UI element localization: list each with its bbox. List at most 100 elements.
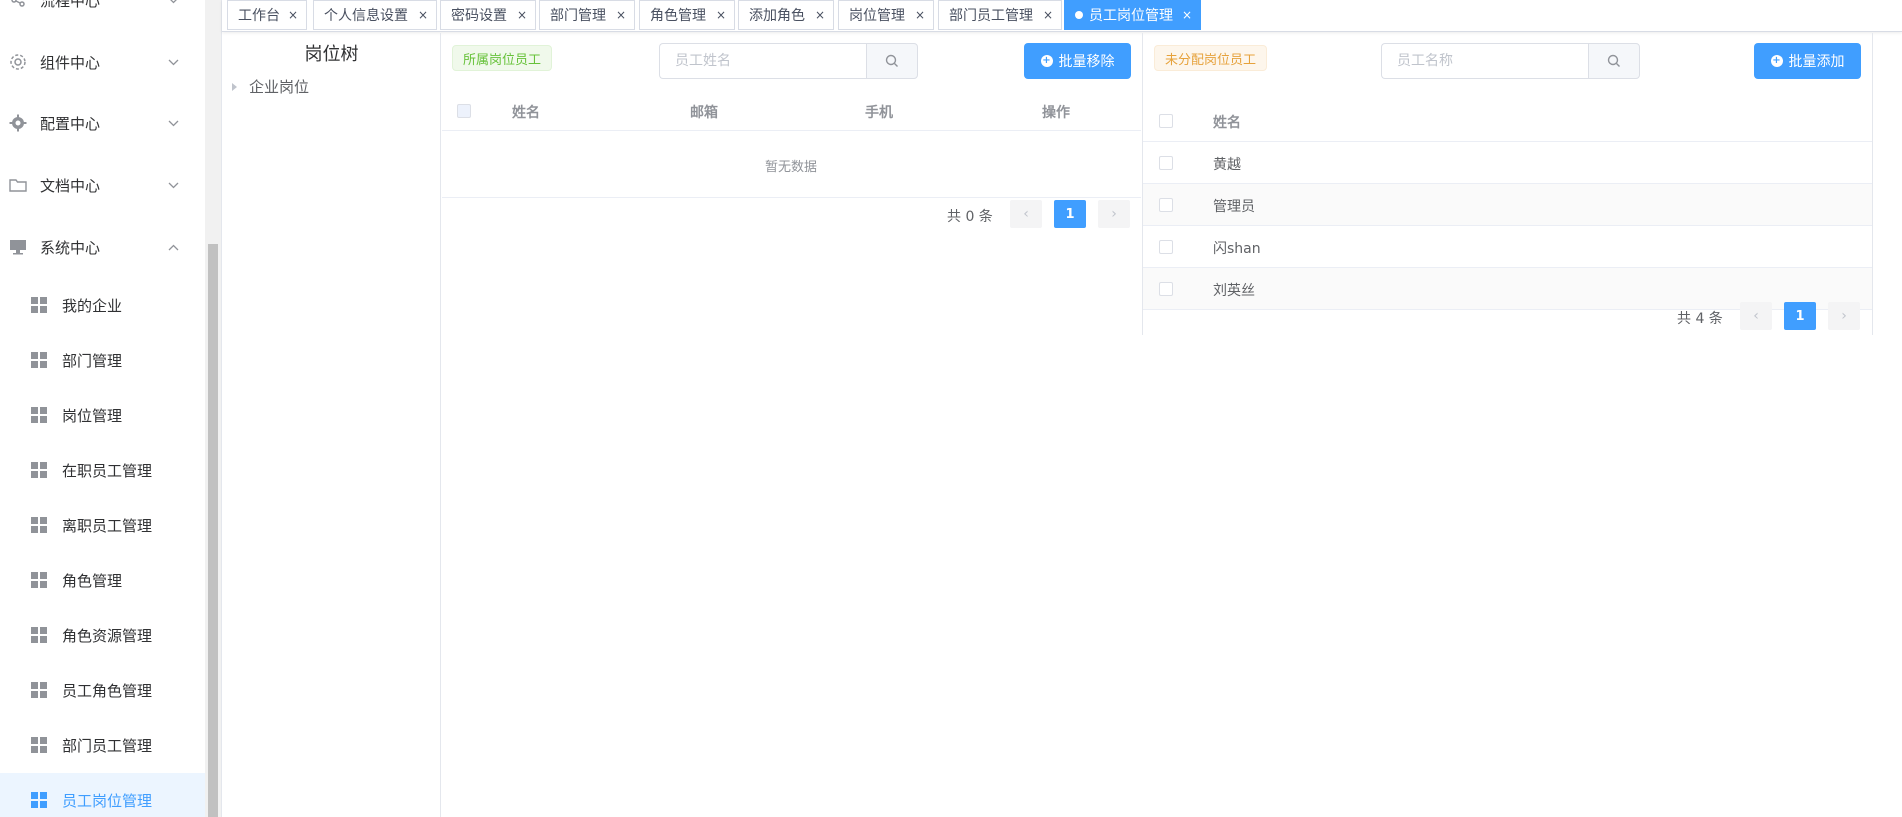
tab-label: 角色管理	[650, 8, 706, 24]
table-row[interactable]: 闪shan	[1143, 226, 1872, 268]
row-checkbox[interactable]	[1159, 282, 1173, 296]
tab-department-employee-management[interactable]: 部门员工管理 ×	[938, 0, 1062, 30]
sidebar-item-roles[interactable]: 角色管理	[0, 553, 205, 607]
employee-name: 管理员	[1213, 199, 1255, 215]
sidebar-item-active-employees[interactable]: 在职员工管理	[0, 443, 205, 497]
sidebar-item-department[interactable]: 部门管理	[0, 333, 205, 387]
tab-label: 密码设置	[451, 8, 507, 24]
grid-icon	[31, 737, 47, 753]
tab-employee-position-management[interactable]: 员工岗位管理 ×	[1064, 0, 1201, 30]
sidebar-group-component[interactable]: 组件中心	[0, 38, 205, 86]
row-checkbox[interactable]	[1159, 198, 1173, 212]
assigned-search	[659, 43, 918, 79]
grid-icon	[31, 572, 47, 588]
cog-icon	[8, 113, 28, 133]
employee-name: 闪shan	[1213, 241, 1261, 257]
page-number-button[interactable]: 1	[1054, 200, 1086, 228]
tab-label: 员工岗位管理	[1089, 8, 1173, 24]
sidebar-item-role-resources[interactable]: 角色资源管理	[0, 608, 205, 662]
tab-role-management[interactable]: 角色管理 ×	[639, 0, 735, 30]
grid-icon	[31, 627, 47, 643]
column-header-name: 姓名	[512, 105, 540, 121]
search-button[interactable]	[866, 43, 918, 79]
tab-label: 岗位管理	[849, 8, 905, 24]
tab-department-management[interactable]: 部门管理 ×	[539, 0, 635, 30]
sidebar-group-config[interactable]: 配置中心	[0, 99, 205, 147]
row-checkbox[interactable]	[1159, 240, 1173, 254]
close-icon[interactable]: ×	[815, 8, 825, 22]
sidebar-item-employee-positions[interactable]: 员工岗位管理	[0, 773, 205, 817]
column-header-action: 操作	[1042, 105, 1070, 121]
close-icon[interactable]: ×	[517, 8, 527, 22]
tab-add-role[interactable]: 添加角色 ×	[738, 0, 834, 30]
page-number-button[interactable]: 1	[1784, 302, 1816, 330]
sidebar-item-employee-roles[interactable]: 员工角色管理	[0, 663, 205, 717]
close-icon[interactable]: ×	[915, 8, 925, 22]
close-icon[interactable]: ×	[288, 8, 298, 22]
tab-label: 工作台	[238, 8, 280, 24]
table-header-row: 姓名	[1143, 100, 1872, 142]
tab-password-settings[interactable]: 密码设置 ×	[440, 0, 536, 30]
sidebar-item-my-company[interactable]: 我的企业	[0, 278, 205, 332]
select-all-checkbox[interactable]	[457, 104, 471, 118]
next-page-button[interactable]: ›	[1828, 302, 1860, 330]
chevron-down-icon	[168, 179, 179, 192]
tab-label: 个人信息设置	[324, 8, 408, 24]
close-icon[interactable]: ×	[418, 8, 428, 22]
grid-icon	[31, 517, 47, 533]
close-icon[interactable]: ×	[716, 8, 726, 22]
header-divider	[442, 130, 1141, 131]
app-root: 流程中心 组件中心 配置中心 文档中心 系统中心 我的企业 部门管理 岗位管理 …	[0, 0, 1902, 817]
tab-position-management[interactable]: 岗位管理 ×	[838, 0, 934, 30]
pagination-total: 共 4 条	[1677, 311, 1723, 327]
grid-icon	[31, 792, 47, 808]
sidebar-scrollbar-thumb[interactable]	[208, 244, 218, 817]
column-header-name: 姓名	[1213, 115, 1241, 131]
sidebar-item-label: 员工岗位管理	[62, 791, 153, 810]
table-row[interactable]: 管理员	[1143, 184, 1872, 226]
caret-right-icon[interactable]	[232, 82, 237, 91]
sidebar-item-label: 岗位管理	[62, 406, 123, 425]
chevron-down-icon	[168, 56, 179, 69]
search-icon	[885, 54, 898, 67]
chevron-down-icon	[168, 117, 179, 130]
folder-icon	[8, 175, 28, 195]
row-checkbox[interactable]	[1159, 156, 1173, 170]
grid-icon	[31, 682, 47, 698]
employee-name: 刘英丝	[1213, 283, 1255, 299]
empty-state-text: 暂无数据	[765, 160, 818, 175]
gear-outline-icon	[8, 52, 28, 72]
table-row[interactable]: 黄越	[1143, 142, 1872, 184]
tab-workbench[interactable]: 工作台 ×	[227, 0, 307, 30]
sidebar-group-docs[interactable]: 文档中心	[0, 161, 205, 209]
assigned-tag: 所属岗位员工	[452, 45, 553, 71]
sidebar-item-former-employees[interactable]: 离职员工管理	[0, 498, 205, 552]
sidebar-group-label: 配置中心	[40, 114, 101, 133]
sidebar-item-label: 在职员工管理	[62, 461, 153, 480]
prev-page-button[interactable]: ‹	[1740, 302, 1772, 330]
select-all-checkbox[interactable]	[1159, 114, 1173, 128]
sidebar-item-label: 部门员工管理	[62, 736, 153, 755]
close-icon[interactable]: ×	[1043, 8, 1053, 22]
assigned-search-input[interactable]	[659, 43, 866, 79]
chevron-up-icon	[168, 241, 179, 254]
tab-label: 部门员工管理	[949, 8, 1033, 24]
sidebar-group-label: 组件中心	[40, 53, 101, 72]
tree-node-root[interactable]: 企业岗位	[232, 76, 309, 97]
prev-page-button[interactable]: ‹	[1010, 200, 1042, 228]
column-header-email: 邮箱	[690, 105, 718, 121]
sidebar-group-process[interactable]: 流程中心	[0, 0, 205, 24]
sidebar-item-position[interactable]: 岗位管理	[0, 388, 205, 442]
tab-label: 部门管理	[550, 8, 606, 24]
batch-remove-button[interactable]: + 批量移除	[1024, 43, 1131, 79]
tab-profile-settings[interactable]: 个人信息设置 ×	[313, 0, 437, 30]
next-page-button[interactable]: ›	[1098, 200, 1130, 228]
grid-icon	[31, 407, 47, 423]
sidebar-item-department-employees[interactable]: 部门员工管理	[0, 718, 205, 772]
sidebar-group-label: 文档中心	[40, 176, 101, 195]
close-icon[interactable]: ×	[1182, 8, 1192, 22]
sidebar-item-label: 我的企业	[62, 296, 123, 315]
sidebar-group-system[interactable]: 系统中心	[0, 223, 205, 271]
batch-remove-label: 批量移除	[1058, 54, 1115, 70]
close-icon[interactable]: ×	[616, 8, 626, 22]
